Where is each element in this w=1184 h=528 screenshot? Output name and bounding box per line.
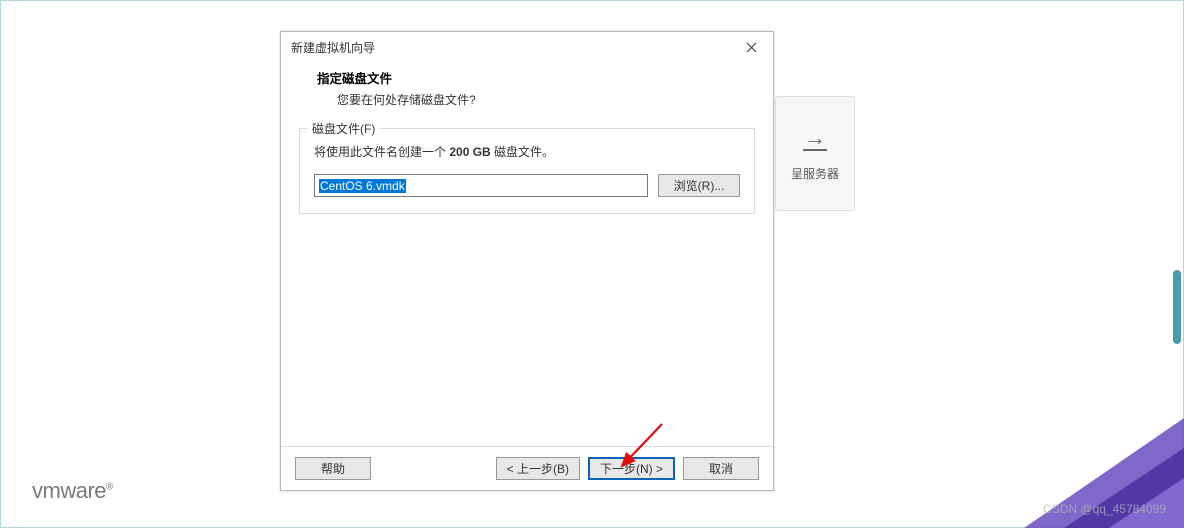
new-vm-wizard-dialog: 新建虚拟机向导 指定磁盘文件 您要在何处存储磁盘文件? 磁盘文件(F) 将使用此… — [280, 31, 774, 491]
card-label: 呈服务器 — [791, 165, 839, 182]
logo-text: vmware — [32, 478, 106, 503]
dialog-subheading: 您要在何处存储磁盘文件? — [337, 91, 773, 108]
help-button[interactable]: 帮助 — [295, 457, 371, 480]
disk-file-group: 磁盘文件(F) 将使用此文件名创建一个 200 GB 磁盘文件。 CentOS … — [299, 128, 755, 214]
dialog-header: 指定磁盘文件 您要在何处存储磁盘文件? — [281, 62, 773, 118]
dialog-footer: 帮助 < 上一步(B) 下一步(N) > 取消 — [281, 446, 773, 490]
cancel-button[interactable]: 取消 — [683, 457, 759, 480]
next-button[interactable]: 下一步(N) > — [588, 457, 675, 480]
scrollbar-thumb[interactable] — [1173, 270, 1181, 344]
back-button[interactable]: < 上一步(B) — [496, 457, 580, 480]
remote-server-card[interactable]: → 呈服务器 — [775, 96, 855, 211]
arrow-right-icon: → — [804, 125, 826, 151]
dialog-content: 磁盘文件(F) 将使用此文件名创建一个 200 GB 磁盘文件。 CentOS … — [281, 118, 773, 446]
dialog-titlebar: 新建虚拟机向导 — [281, 32, 773, 62]
vmware-logo: vmware® — [32, 478, 113, 504]
group-legend: 磁盘文件(F) — [308, 120, 379, 137]
file-row: CentOS 6.vmdk 浏览(R)... — [314, 174, 740, 197]
disk-filename-input[interactable]: CentOS 6.vmdk — [314, 174, 648, 197]
group-description: 将使用此文件名创建一个 200 GB 磁盘文件。 — [314, 143, 740, 160]
dialog-title: 新建虚拟机向导 — [291, 39, 737, 56]
desc-suffix: 磁盘文件。 — [491, 145, 554, 159]
browse-button[interactable]: 浏览(R)... — [658, 174, 740, 197]
close-button[interactable] — [737, 36, 765, 58]
divider — [803, 149, 827, 151]
desc-size: 200 GB — [449, 145, 490, 159]
close-icon — [746, 42, 757, 53]
dialog-heading: 指定磁盘文件 — [317, 68, 773, 87]
logo-reg: ® — [106, 482, 113, 493]
watermark: CSDN @qq_45784099 — [1043, 502, 1166, 516]
desc-prefix: 将使用此文件名创建一个 — [314, 145, 449, 159]
filename-value: CentOS 6.vmdk — [319, 179, 406, 193]
